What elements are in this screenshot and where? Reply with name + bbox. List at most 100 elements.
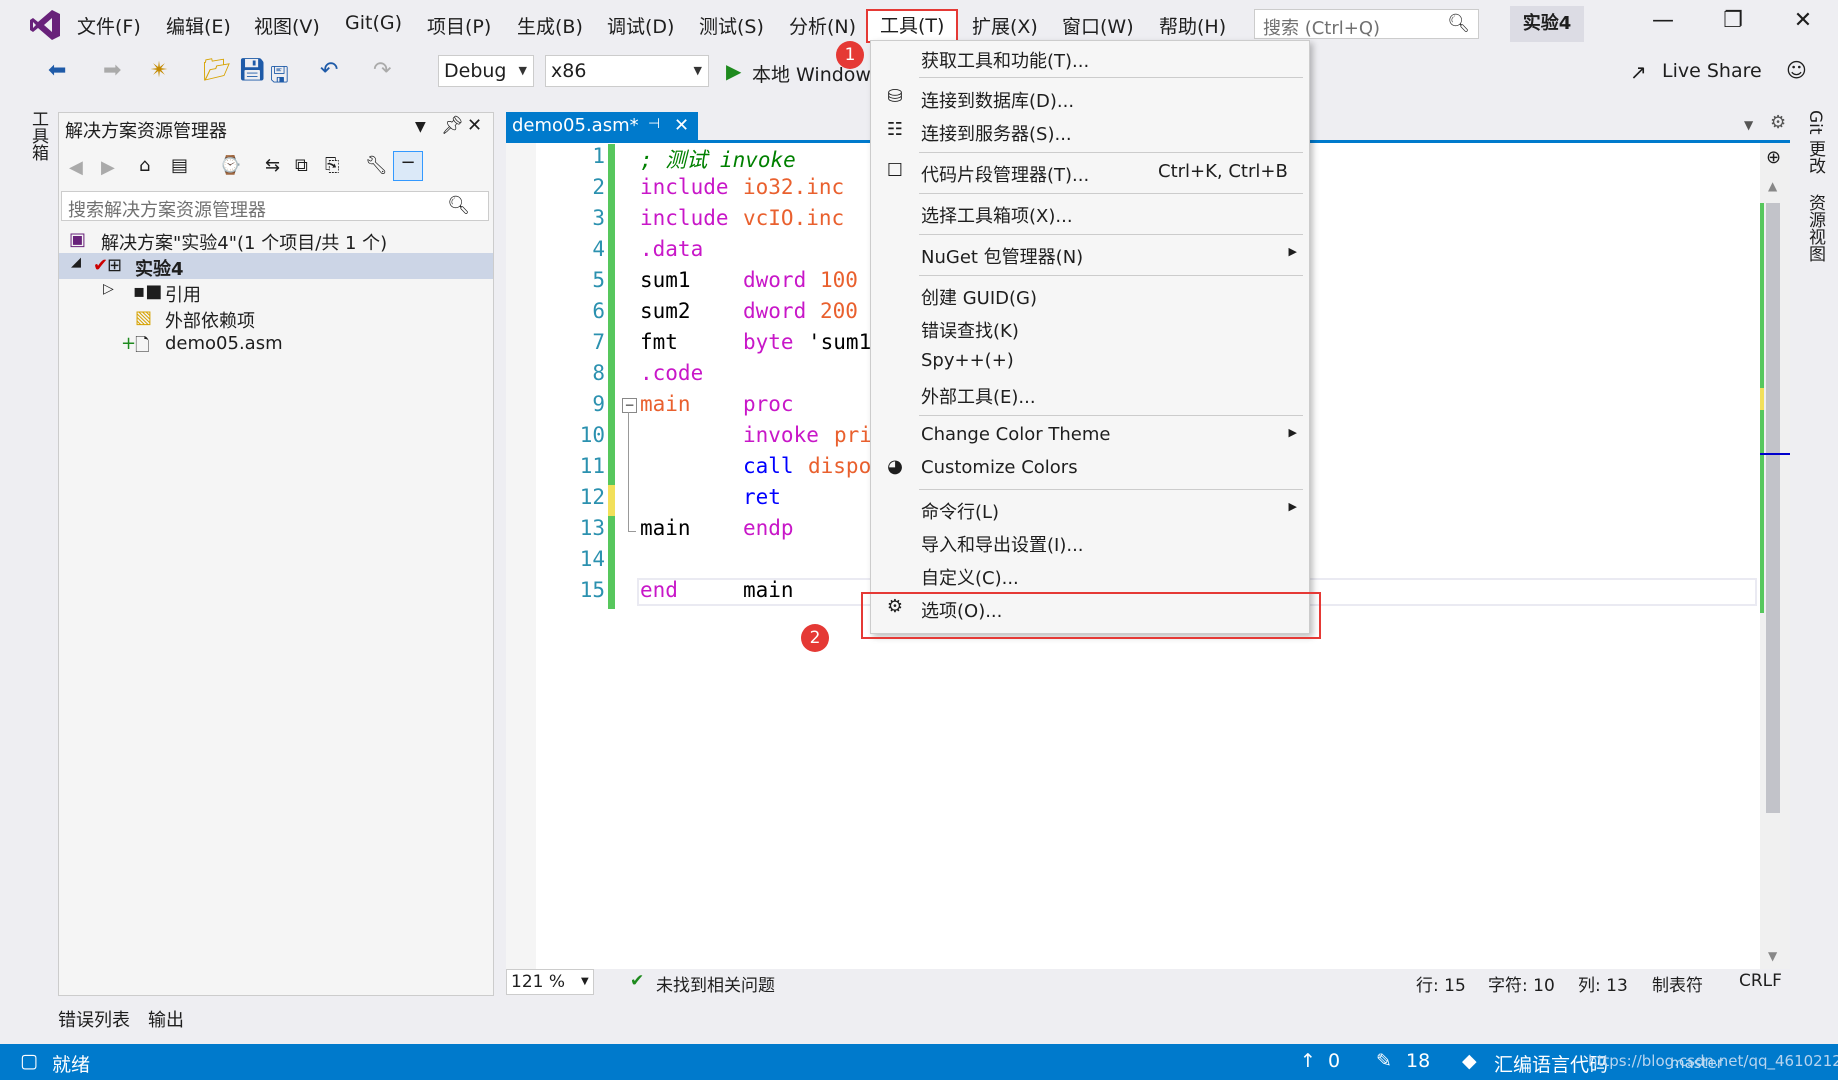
col-indicator[interactable]: 列: 13: [1578, 971, 1628, 996]
run-target-label[interactable]: 本地 Windows: [752, 60, 881, 87]
menu-item-change-color-theme[interactable]: Change Color Theme ▶: [871, 420, 1309, 450]
back-icon[interactable]: ⬅: [48, 58, 66, 83]
tree-item-external-deps[interactable]: ▧ 外部依赖项: [59, 305, 493, 332]
forward-icon[interactable]: ▶: [101, 157, 115, 178]
menu-item-customize[interactable]: 自定义(C)...: [871, 560, 1309, 590]
restore-icon[interactable]: ❐: [1713, 8, 1753, 33]
tab-close-icon[interactable]: ✕: [674, 115, 689, 136]
pin-icon[interactable]: 📌︎: [441, 115, 464, 136]
panel-close-icon[interactable]: ✕: [467, 115, 482, 136]
undo-icon[interactable]: ↶: [320, 58, 338, 83]
menu-analyze[interactable]: 分析(N): [789, 12, 856, 39]
menu-item-nuget[interactable]: NuGet 包管理器(N) ▶: [871, 239, 1309, 269]
menu-window[interactable]: 窗口(W): [1062, 12, 1134, 39]
menu-view[interactable]: 视图(V): [254, 12, 320, 39]
menu-edit[interactable]: 编辑(E): [166, 12, 231, 39]
configuration-select[interactable]: Debug ▼: [438, 55, 534, 87]
menu-help[interactable]: 帮助(H): [1159, 12, 1226, 39]
back-icon[interactable]: ◀: [69, 157, 83, 178]
fold-collapse-icon[interactable]: −: [622, 398, 637, 413]
panel-dropdown-icon[interactable]: ▼: [415, 119, 426, 135]
tree-item-references[interactable]: ▷ ▪■ 引用: [59, 279, 493, 306]
home-icon[interactable]: ⌂: [139, 155, 150, 176]
menu-extensions[interactable]: 扩展(X): [972, 12, 1038, 39]
tab-error-list[interactable]: 错误列表: [58, 1006, 130, 1032]
show-all-files-icon[interactable]: ⎘: [325, 155, 339, 176]
checkmark-icon: ✔: [93, 255, 109, 276]
preview-icon[interactable]: −: [393, 151, 423, 181]
forward-icon[interactable]: ➡: [103, 58, 121, 83]
tree-item-project[interactable]: ◢ ✔ ⊞ 实验4: [59, 253, 493, 280]
git-changes-tab[interactable]: Git 更改: [1803, 110, 1828, 174]
issues-status[interactable]: 未找到相关问题: [656, 971, 775, 996]
menu-item-external-tools[interactable]: 外部工具(E)...: [871, 379, 1309, 409]
menu-item-error-lookup[interactable]: 错误查找(K): [871, 313, 1309, 343]
toolbox-tab[interactable]: 工具箱: [26, 110, 51, 161]
pending-changes-icon[interactable]: ⌚: [219, 155, 241, 176]
tab-mode-indicator[interactable]: 制表符: [1652, 971, 1703, 996]
changes-count[interactable]: 18: [1406, 1050, 1430, 1072]
pin-icon[interactable]: ⊣: [648, 116, 660, 132]
save-all-icon[interactable]: 🖫︎: [270, 58, 289, 96]
menu-item-label: 代码片段管理器(T)...: [921, 165, 1090, 186]
output-window-icon[interactable]: ▢: [20, 1050, 38, 1072]
menu-item-connect-server[interactable]: ☷ 连接到服务器(S)...: [871, 116, 1309, 146]
live-share-icon[interactable]: ↗: [1630, 60, 1647, 84]
menu-item-import-export-settings[interactable]: 导入和导出设置(I)...: [871, 527, 1309, 557]
tree-item-file[interactable]: + 🗋 demo05.asm: [59, 331, 493, 357]
zoom-select[interactable]: 121 % ▼: [506, 969, 594, 995]
settings-gear-icon[interactable]: ⚙: [1770, 112, 1786, 133]
run-icon[interactable]: ▶: [726, 59, 741, 83]
repo-icon[interactable]: ◆: [1462, 1050, 1477, 1072]
tab-list-dropdown-icon[interactable]: ▼: [1744, 118, 1753, 132]
char-indicator[interactable]: 字符: 10: [1488, 971, 1555, 996]
menu-debug[interactable]: 调试(D): [607, 12, 674, 39]
menu-separator: [919, 415, 1303, 416]
vertical-scrollbar[interactable]: ⊕ ▲ ▼: [1760, 143, 1790, 969]
unpushed-count[interactable]: 0: [1328, 1050, 1340, 1072]
menu-tools[interactable]: 工具(T): [866, 9, 959, 43]
menu-build[interactable]: 生成(B): [517, 12, 583, 39]
redo-icon[interactable]: ↷: [373, 58, 391, 83]
editor-tab[interactable]: demo05.asm* ⊣ ✕: [506, 112, 698, 142]
tree-item-solution[interactable]: ▣ 解决方案"实验4"(1 个项目/共 1 个): [59, 227, 493, 254]
save-icon[interactable]: 💾︎: [238, 58, 266, 83]
menu-git[interactable]: Git(G): [345, 12, 402, 34]
eol-indicator[interactable]: CRLF: [1739, 971, 1782, 991]
collapse-all-icon[interactable]: ⧉: [295, 155, 308, 176]
tab-output[interactable]: 输出: [148, 1006, 184, 1032]
global-search-input[interactable]: 搜索 (Ctrl+Q) 🔍︎: [1254, 9, 1479, 39]
scroll-down-icon[interactable]: ▼: [1768, 949, 1777, 963]
menu-project[interactable]: 项目(P): [427, 12, 491, 39]
menu-item-customize-colors[interactable]: ◕ Customize Colors: [871, 453, 1309, 483]
arrow-up-icon[interactable]: ↑: [1300, 1050, 1316, 1072]
menu-item-create-guid[interactable]: 创建 GUID(G): [871, 280, 1309, 310]
menu-test[interactable]: 测试(S): [699, 12, 764, 39]
menu-item-connect-database[interactable]: ⛁ 连接到数据库(D)...: [871, 83, 1309, 113]
pencil-icon[interactable]: ✎: [1376, 1050, 1392, 1072]
scroll-up-icon[interactable]: ▲: [1768, 179, 1777, 193]
tree-item-label: demo05.asm: [165, 333, 283, 354]
live-share-button[interactable]: Live Share: [1662, 60, 1762, 82]
sync-icon[interactable]: ⇆: [265, 155, 280, 176]
menu-item-get-tools[interactable]: 获取工具和功能(T)...: [871, 43, 1309, 73]
minimize-icon[interactable]: —: [1643, 8, 1683, 33]
resource-view-tab[interactable]: 资源视图: [1803, 194, 1828, 262]
feedback-icon[interactable]: ☺: [1786, 58, 1807, 82]
new-project-icon[interactable]: ✴: [150, 58, 168, 83]
scroll-thumb[interactable]: [1766, 203, 1780, 813]
menu-file[interactable]: 文件(F): [77, 12, 141, 39]
split-icon[interactable]: ⊕: [1766, 147, 1781, 168]
close-icon[interactable]: ✕: [1783, 8, 1823, 33]
menu-item-command-line[interactable]: 命令行(L) ▶: [871, 494, 1309, 524]
open-folder-icon[interactable]: 📂︎: [203, 58, 231, 83]
menu-item-snippet-manager[interactable]: ☐ 代码片段管理器(T)... Ctrl+K, Ctrl+B: [871, 157, 1309, 187]
switch-view-icon[interactable]: ▤: [171, 155, 188, 176]
solution-search-input[interactable]: 搜索解决方案资源管理器 🔍︎: [61, 191, 489, 221]
line-indicator[interactable]: 行: 15: [1416, 971, 1466, 996]
platform-select[interactable]: x86 ▼: [545, 55, 709, 87]
menu-item-spy[interactable]: Spy++(+): [871, 346, 1309, 376]
menu-item-choose-toolbox[interactable]: 选择工具箱项(X)...: [871, 198, 1309, 228]
line-number: 3: [592, 206, 605, 230]
properties-icon[interactable]: 🔧︎: [365, 155, 388, 176]
